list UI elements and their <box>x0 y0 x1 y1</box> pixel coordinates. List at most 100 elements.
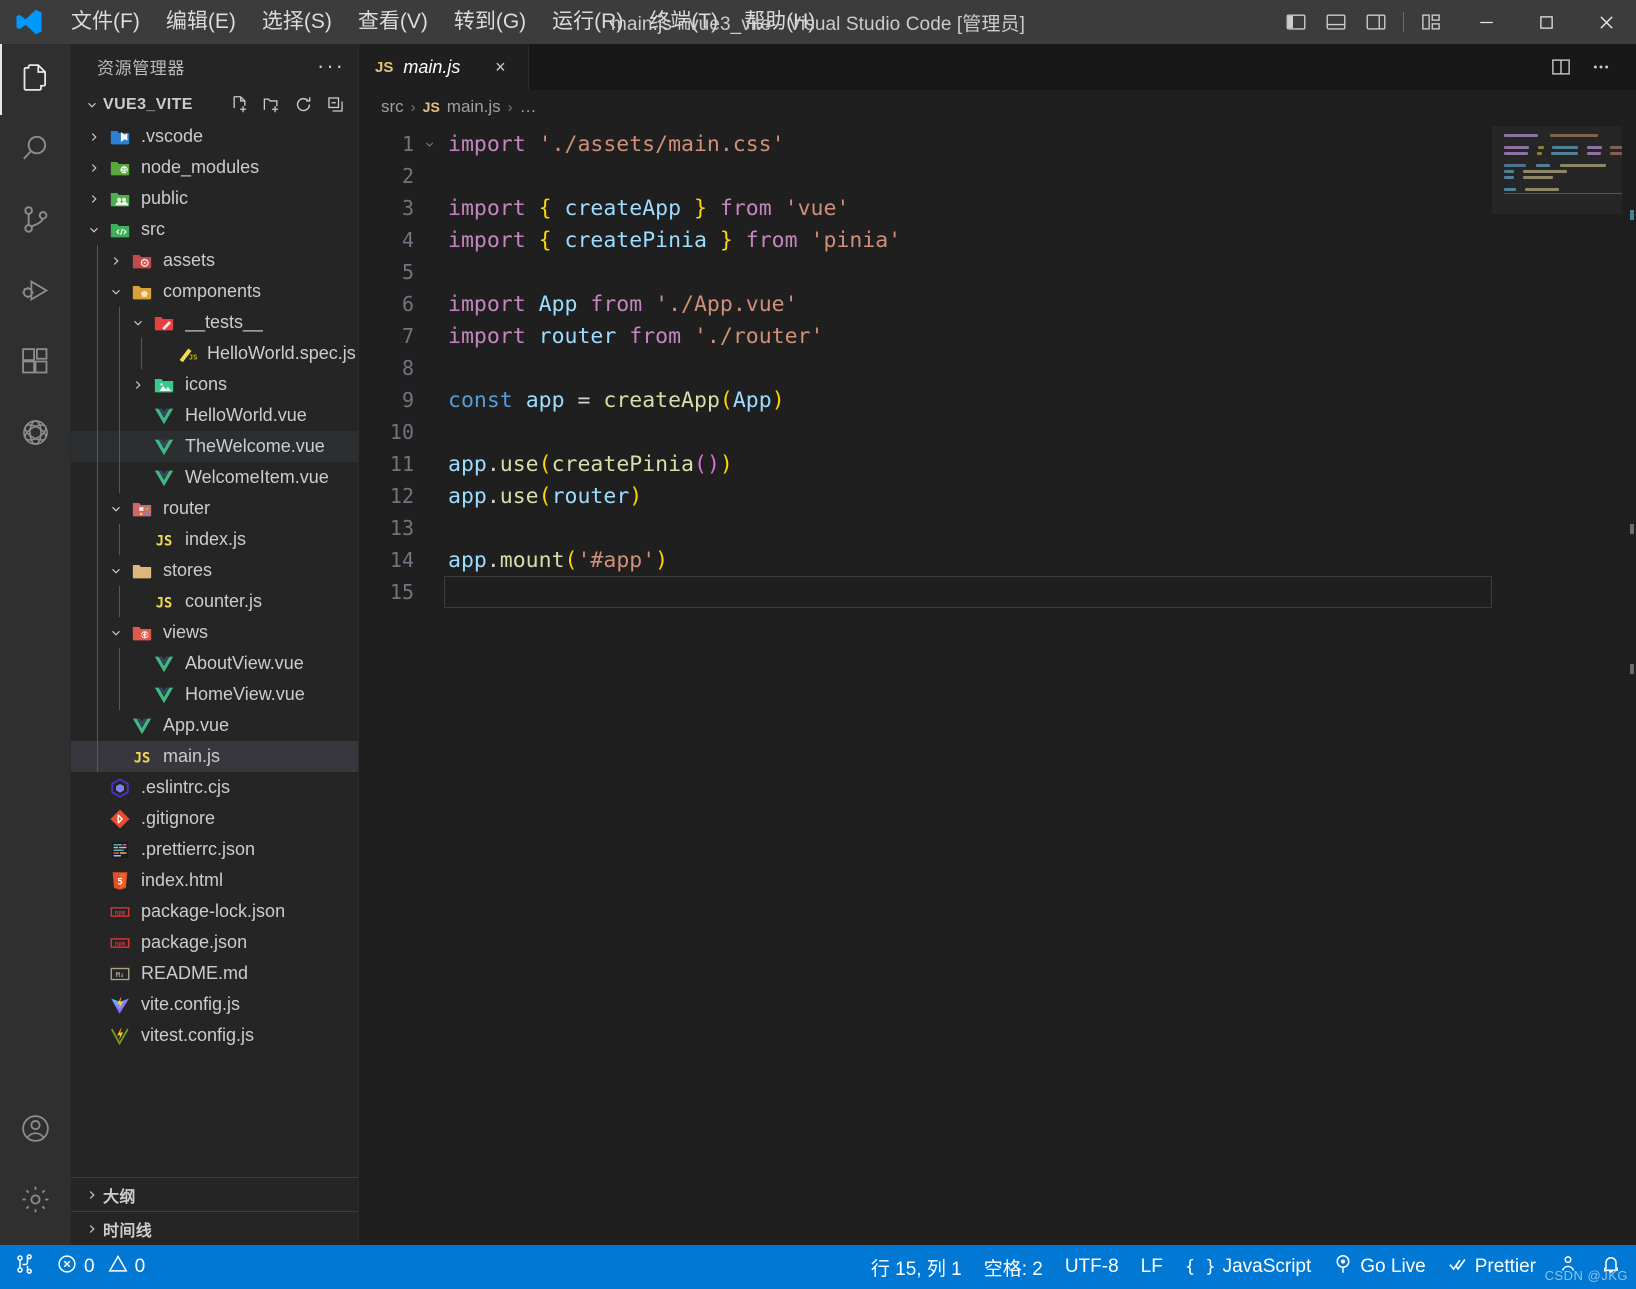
tree-item-vscode[interactable]: .vscode <box>71 121 358 152</box>
code-line-13[interactable]: 13 <box>359 512 1492 544</box>
code-line-6[interactable]: 6 import App from './App.vue' <box>359 288 1492 320</box>
code-line-8[interactable]: 8 <box>359 352 1492 384</box>
tree-item-prettierrc-json[interactable]: .prettierrc.json <box>71 834 358 865</box>
code-line-3[interactable]: 3 import { createApp } from 'vue' <box>359 192 1492 224</box>
tree-item-main-js[interactable]: JS main.js <box>71 741 358 772</box>
tree-item-index-js[interactable]: JS index.js <box>71 524 358 555</box>
menu-item-1[interactable]: 编辑(E) <box>153 3 249 41</box>
code-line-2[interactable]: 2 <box>359 160 1492 192</box>
outline-header[interactable]: 大纲 <box>71 1178 358 1211</box>
code-line-10[interactable]: 10 <box>359 416 1492 448</box>
close-icon[interactable]: × <box>486 53 514 81</box>
tree-item-welcomeitem-vue[interactable]: WelcomeItem.vue <box>71 462 358 493</box>
tree-item-vite-config-js[interactable]: vite.config.js <box>71 989 358 1020</box>
tree-item-src[interactable]: src <box>71 214 358 245</box>
customize-layout-icon[interactable] <box>1412 3 1450 41</box>
more-actions-icon[interactable] <box>1584 50 1618 84</box>
close-icon[interactable] <box>1576 0 1636 44</box>
tree-item-package-json[interactable]: npm package.json <box>71 927 358 958</box>
activitybar-item-search[interactable] <box>0 115 71 186</box>
activitybar-item-explorer[interactable] <box>0 44 71 115</box>
chevron-right-icon[interactable] <box>103 254 129 268</box>
status-language-mode[interactable]: { } JavaScript <box>1174 1245 1322 1289</box>
new-folder-icon[interactable] <box>256 91 286 119</box>
status-prettier[interactable]: Prettier <box>1437 1245 1547 1289</box>
tree-item-aboutview-vue[interactable]: AboutView.vue <box>71 648 358 679</box>
maximize-icon[interactable] <box>1516 0 1576 44</box>
split-editor-icon[interactable] <box>1544 50 1578 84</box>
tree-item-node-modules[interactable]: JS node_modules <box>71 152 358 183</box>
chevron-down-icon[interactable] <box>103 626 129 640</box>
chevron-down-icon[interactable] <box>103 502 129 516</box>
code-line-1[interactable]: 1 import './assets/main.css' <box>359 128 1492 160</box>
tree-item-app-vue[interactable]: App.vue <box>71 710 358 741</box>
minimize-icon[interactable] <box>1456 0 1516 44</box>
collapse-all-icon[interactable] <box>320 91 350 119</box>
tree-item-components[interactable]: components <box>71 276 358 307</box>
menu-item-3[interactable]: 查看(V) <box>345 3 441 41</box>
chevron-down-icon[interactable] <box>81 223 107 237</box>
activitybar-item-accounts[interactable] <box>0 1095 71 1166</box>
tree-item-stores[interactable]: stores <box>71 555 358 586</box>
activitybar-item-manage[interactable] <box>0 1166 71 1237</box>
tree-item-helloworld-vue[interactable]: HelloWorld.vue <box>71 400 358 431</box>
code-editor[interactable]: 1 import './assets/main.css' 2 3 import { cr… <box>359 124 1636 1245</box>
minimap-slider[interactable] <box>1492 126 1622 214</box>
tree-item-eslintrc-cjs[interactable]: .eslintrc.cjs <box>71 772 358 803</box>
status-encoding[interactable]: UTF-8 <box>1054 1245 1130 1289</box>
tree-item-readme-md[interactable]: M↓ README.md <box>71 958 358 989</box>
code-line-11[interactable]: 11 app.use(createPinia()) <box>359 448 1492 480</box>
code-line-12[interactable]: 12 app.use(router) <box>359 480 1492 512</box>
sidebar-more-actions-icon[interactable]: ··· <box>314 49 348 83</box>
editor-scrollbar[interactable] <box>1622 124 1636 1245</box>
code-line-5[interactable]: 5 <box>359 256 1492 288</box>
breadcrumb-item-0[interactable]: src <box>381 97 404 117</box>
tree-item-public[interactable]: public <box>71 183 358 214</box>
status-remote-window[interactable] <box>4 1245 46 1289</box>
project-root-header[interactable]: VUE3_VITE <box>71 88 358 121</box>
status-go-live[interactable]: Go Live <box>1322 1245 1436 1289</box>
tree-item-index-html[interactable]: 5 index.html <box>71 865 358 896</box>
refresh-icon[interactable] <box>288 91 318 119</box>
menu-item-0[interactable]: 文件(F) <box>58 3 153 41</box>
menu-item-5[interactable]: 运行(R) <box>539 3 636 41</box>
minimap[interactable] <box>1492 124 1622 1245</box>
code-lines[interactable]: 1 import './assets/main.css' 2 3 import { cr… <box>359 124 1492 1245</box>
status-eol[interactable]: LF <box>1130 1245 1174 1289</box>
status-cursor-position[interactable]: 行 15, 列 1 <box>860 1245 973 1289</box>
breadcrumb-item-2[interactable]: … <box>520 97 537 117</box>
tree-item-gitignore[interactable]: .gitignore <box>71 803 358 834</box>
code-line-9[interactable]: 9 const app = createApp(App) <box>359 384 1492 416</box>
tree-item-counter-js[interactable]: JS counter.js <box>71 586 358 617</box>
tree-item-thewelcome-vue[interactable]: TheWelcome.vue <box>71 431 358 462</box>
toggle-secondary-sidebar-icon[interactable] <box>1357 3 1395 41</box>
toggle-panel-icon[interactable] <box>1317 3 1355 41</box>
tree-item-tests[interactable]: __tests__ <box>71 307 358 338</box>
timeline-header[interactable]: 时间线 <box>71 1212 358 1245</box>
chevron-down-icon[interactable] <box>125 316 151 330</box>
tab-main-js[interactable]: JS main.js × <box>359 44 530 90</box>
tree-item-assets[interactable]: assets <box>71 245 358 276</box>
breadcrumb-item-1[interactable]: JS main.js <box>423 97 501 117</box>
menu-item-7[interactable]: 帮助(H) <box>731 3 828 41</box>
code-line-7[interactable]: 7 import router from './router' <box>359 320 1492 352</box>
status-notifications[interactable] <box>1547 1245 1632 1289</box>
tree-item-helloworld-spec-js[interactable]: JS HelloWorld.spec.js <box>71 338 358 369</box>
chevron-right-icon[interactable] <box>81 161 107 175</box>
chevron-right-icon[interactable] <box>81 192 107 206</box>
code-line-14[interactable]: 14 app.mount('#app') <box>359 544 1492 576</box>
menu-item-6[interactable]: 终端(T) <box>636 3 731 41</box>
tree-item-package-lock-json[interactable]: npm package-lock.json <box>71 896 358 927</box>
menu-item-4[interactable]: 转到(G) <box>441 3 539 41</box>
activitybar-item-run-and-debug[interactable] <box>0 257 71 328</box>
tree-item-icons[interactable]: icons <box>71 369 358 400</box>
fold-chevron-icon[interactable] <box>414 138 444 151</box>
tree-item-homeview-vue[interactable]: HomeView.vue <box>71 679 358 710</box>
toggle-primary-sidebar-icon[interactable] <box>1277 3 1315 41</box>
chevron-right-icon[interactable] <box>125 378 151 392</box>
activitybar-item-source-control[interactable] <box>0 186 71 257</box>
tree-item-router[interactable]: router <box>71 493 358 524</box>
tree-item-vitest-config-js[interactable]: vitest.config.js <box>71 1020 358 1051</box>
chevron-right-icon[interactable] <box>81 130 107 144</box>
new-file-icon[interactable] <box>224 91 254 119</box>
